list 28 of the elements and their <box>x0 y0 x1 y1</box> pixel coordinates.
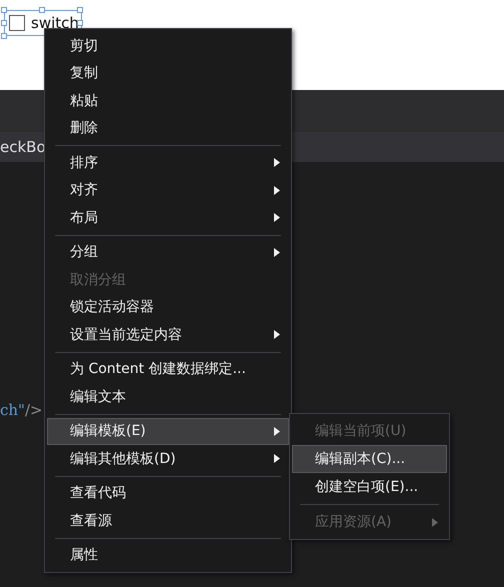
editor-tab[interactable]: eckBo <box>0 138 46 156</box>
menu-item[interactable]: 分组 <box>47 238 289 266</box>
code-line: ch"/> <box>0 401 43 419</box>
menu-item[interactable]: 锁定活动容器 <box>47 294 289 321</box>
resize-handle-icon[interactable] <box>39 7 45 13</box>
menu-item[interactable]: 属性 <box>47 542 289 569</box>
menu-item[interactable]: 查看源 <box>47 507 289 534</box>
checkbox-label: switch <box>31 14 79 32</box>
resize-handle-icon[interactable] <box>77 7 83 13</box>
menu-item[interactable]: 布局 <box>47 204 289 232</box>
menu-item[interactable]: 粘贴 <box>47 87 289 114</box>
menu-item[interactable]: 设置当前选定内容 <box>47 321 289 348</box>
menu-item[interactable]: 编辑文本 <box>47 383 289 410</box>
menu-item[interactable]: 查看代码 <box>47 480 289 507</box>
menu-item[interactable]: 编辑副本(C)... <box>292 445 447 473</box>
resize-handle-icon[interactable] <box>77 20 83 26</box>
checkbox[interactable] <box>9 15 25 31</box>
menu-item[interactable]: 复制 <box>47 60 289 87</box>
menu-item[interactable]: 对齐 <box>47 176 289 204</box>
menu-item[interactable]: 编辑模板(E) <box>47 418 289 445</box>
menu-item[interactable]: 创建空白项(E)... <box>292 473 447 501</box>
menu-item[interactable]: 为 Content 创建数据绑定... <box>47 356 289 383</box>
resize-handle-icon[interactable] <box>1 20 7 26</box>
resize-handle-icon[interactable] <box>1 33 7 39</box>
menu-item[interactable]: 编辑其他模板(D) <box>47 445 289 472</box>
menu-item[interactable]: 删除 <box>47 114 289 142</box>
menu-item[interactable]: 排序 <box>47 149 289 176</box>
resize-handle-icon[interactable] <box>1 7 7 13</box>
